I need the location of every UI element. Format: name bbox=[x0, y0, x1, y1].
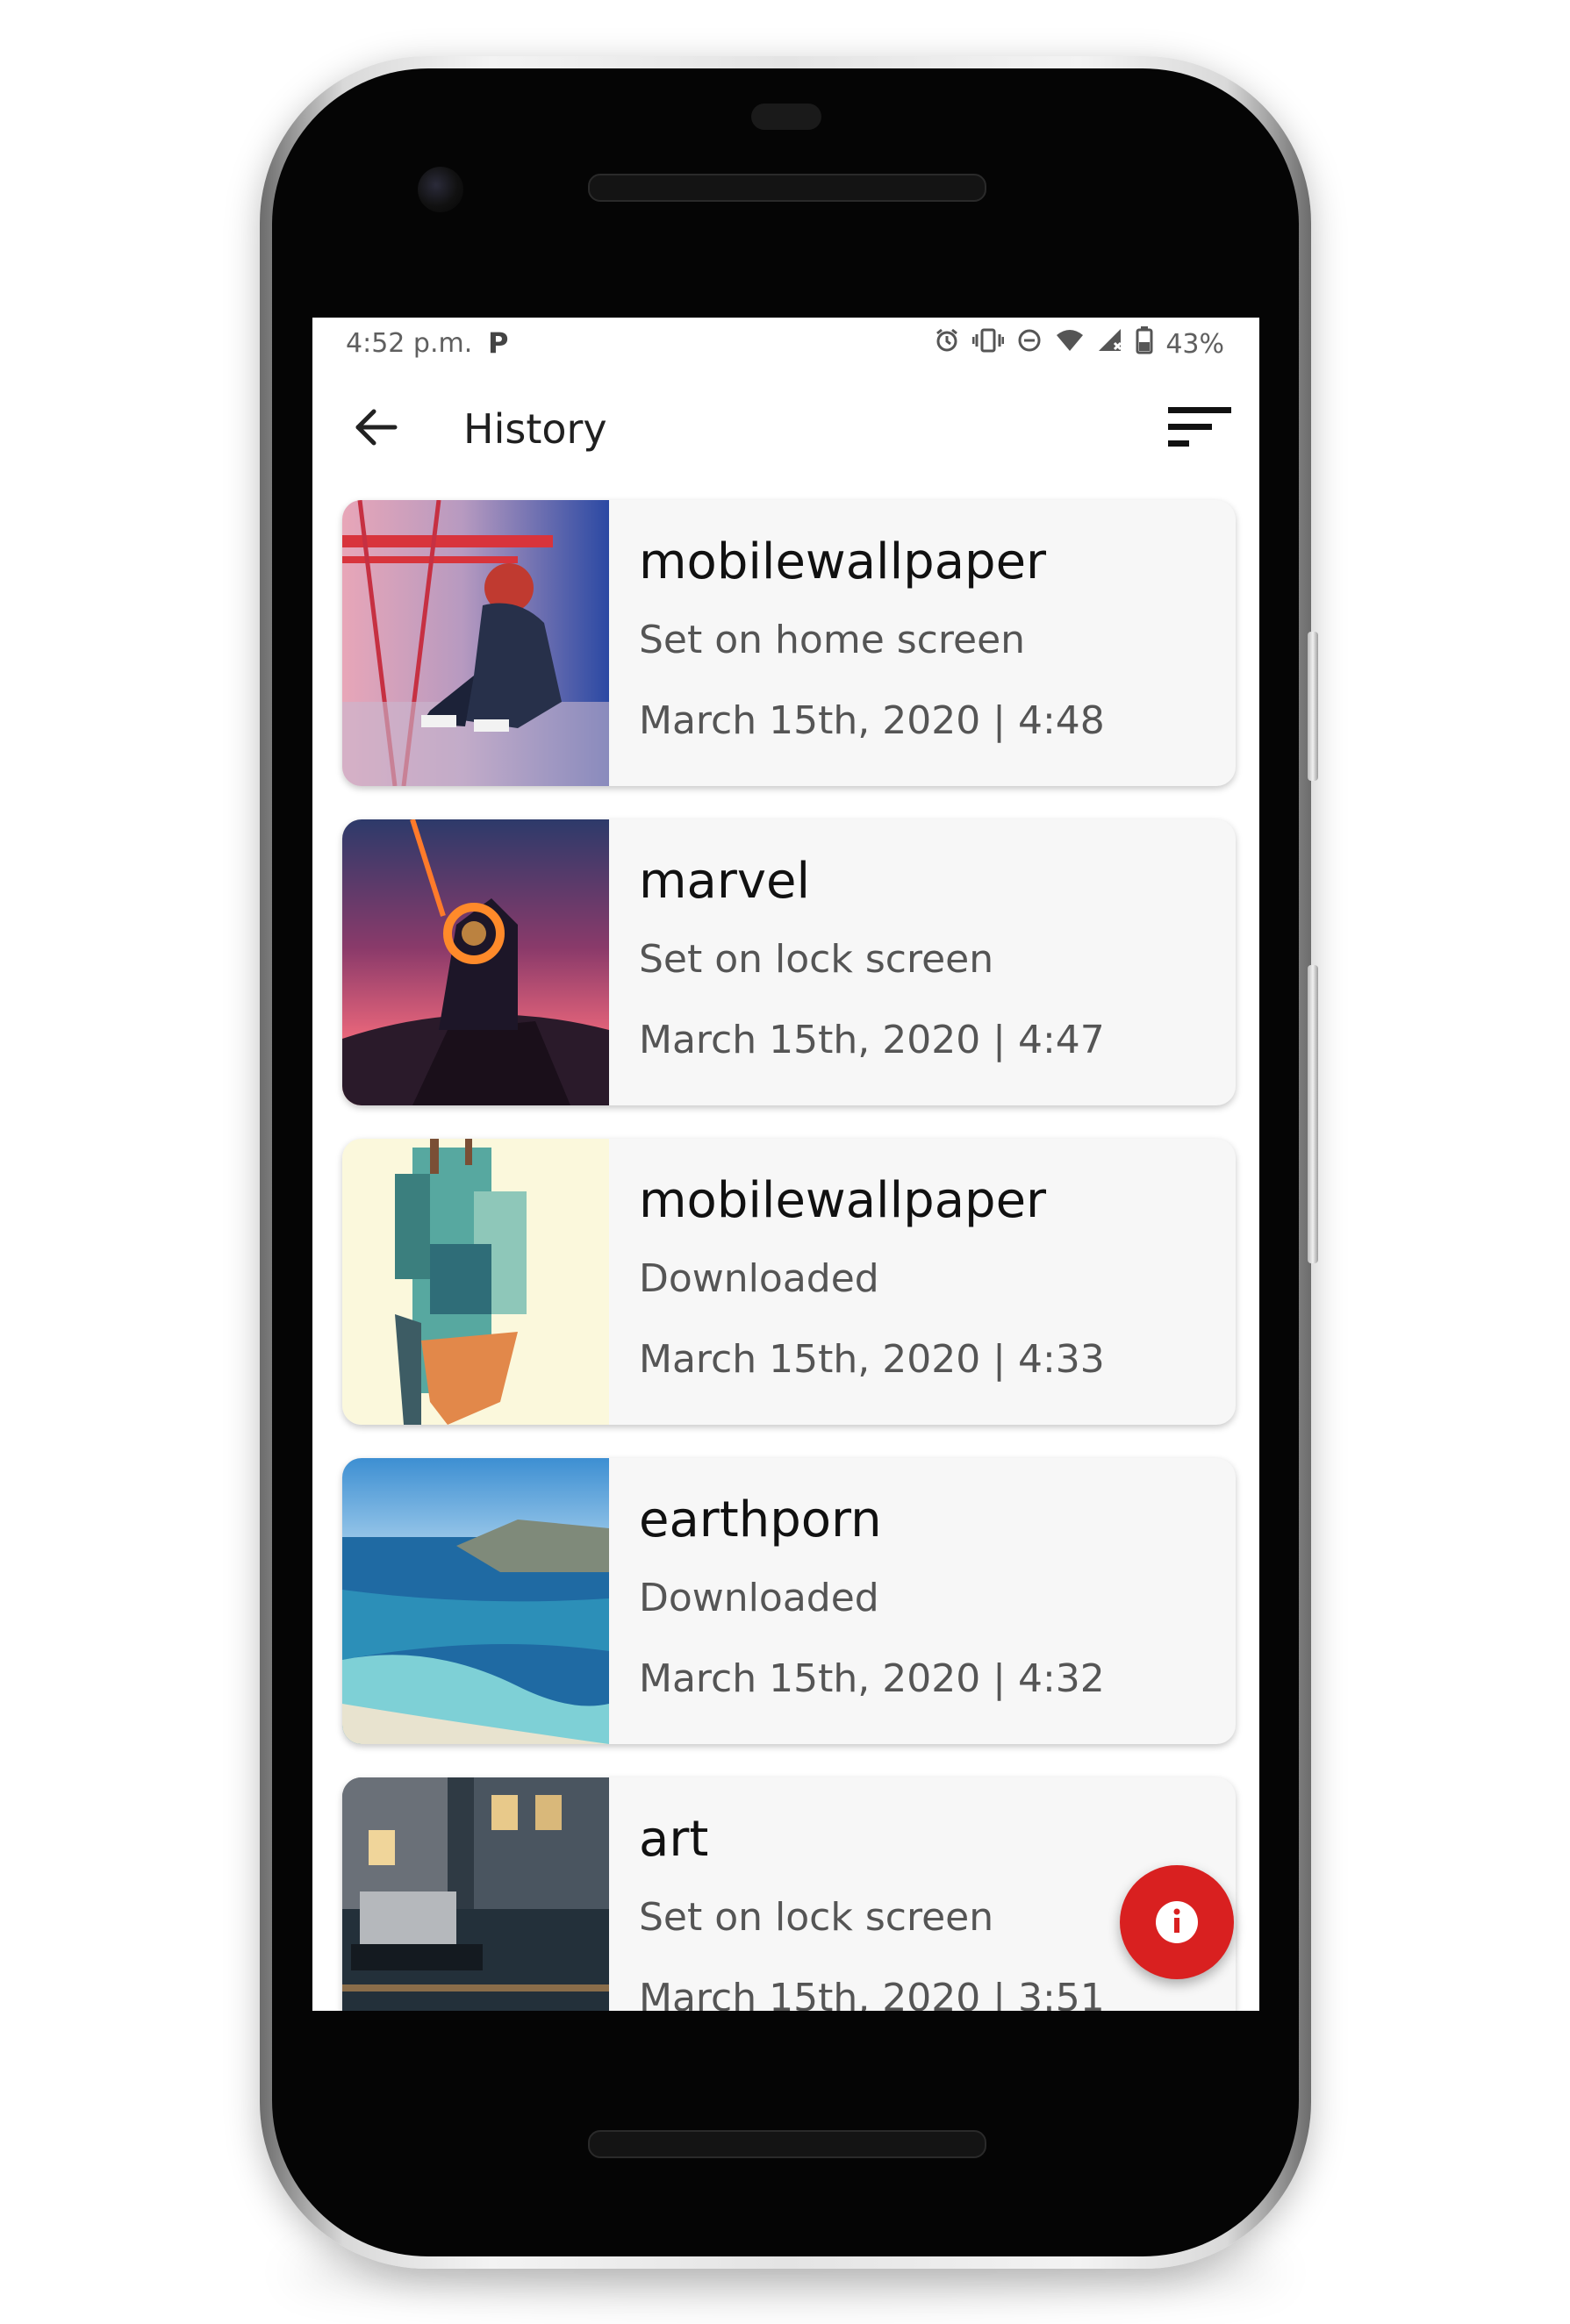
bottom-speaker bbox=[588, 2130, 986, 2158]
wallpaper-thumbnail bbox=[342, 1458, 609, 1744]
card-title: marvel bbox=[639, 853, 811, 910]
card-action: Set on lock screen bbox=[639, 1895, 994, 1940]
card-action: Downloaded bbox=[639, 1576, 879, 1620]
front-camera bbox=[418, 167, 463, 212]
history-card[interactable]: mobilewallpaper Set on home screen March… bbox=[342, 500, 1236, 786]
card-title: art bbox=[639, 1811, 709, 1868]
card-action: Downloaded bbox=[639, 1256, 879, 1301]
cell-signal-icon bbox=[1097, 327, 1123, 361]
card-date: March 15th, 2020 | 3:51 bbox=[639, 1976, 1105, 2011]
app-toolbar: History bbox=[312, 370, 1259, 484]
battery-percent: 43% bbox=[1165, 328, 1224, 360]
history-card[interactable]: earthporn Downloaded March 15th, 2020 | … bbox=[342, 1458, 1236, 1744]
history-card[interactable]: marvel Set on lock screen March 15th, 20… bbox=[342, 819, 1236, 1105]
app-screen: 4:52 p.m. P 43% History mobilewallpaper … bbox=[312, 318, 1259, 2011]
card-title: mobilewallpaper bbox=[639, 1172, 1047, 1229]
history-card[interactable]: mobilewallpaper Downloaded March 15th, 2… bbox=[342, 1139, 1236, 1425]
card-date: March 15th, 2020 | 4:32 bbox=[639, 1656, 1105, 1701]
volume-button bbox=[1308, 965, 1318, 1263]
sort-icon bbox=[1168, 407, 1231, 447]
info-fab-button[interactable] bbox=[1120, 1865, 1234, 1979]
status-time: 4:52 p.m. bbox=[346, 328, 473, 359]
page-title: History bbox=[463, 405, 607, 453]
status-icons: 43% bbox=[934, 326, 1224, 361]
wallpaper-thumbnail bbox=[342, 1777, 609, 2011]
card-date: March 15th, 2020 | 4:47 bbox=[639, 1018, 1105, 1062]
card-date: March 15th, 2020 | 4:48 bbox=[639, 698, 1105, 743]
card-title: mobilewallpaper bbox=[639, 533, 1047, 590]
do-not-disturb-icon bbox=[1016, 327, 1043, 361]
card-date: March 15th, 2020 | 4:33 bbox=[639, 1337, 1105, 1382]
vibrate-icon bbox=[971, 327, 1005, 361]
card-action: Set on lock screen bbox=[639, 937, 994, 982]
info-icon bbox=[1156, 1901, 1198, 1943]
wifi-icon bbox=[1055, 327, 1085, 361]
arrow-back-icon bbox=[355, 409, 398, 446]
wallpaper-thumbnail bbox=[342, 819, 609, 1105]
top-speaker bbox=[588, 174, 986, 202]
back-button[interactable] bbox=[346, 397, 407, 458]
alarm-icon bbox=[934, 327, 960, 361]
earpiece bbox=[751, 104, 821, 130]
parking-p-icon: P bbox=[488, 326, 509, 360]
card-title: earthporn bbox=[639, 1491, 882, 1548]
wallpaper-thumbnail bbox=[342, 1139, 609, 1425]
status-bar: 4:52 p.m. P 43% bbox=[312, 318, 1259, 370]
wallpaper-thumbnail bbox=[342, 500, 609, 786]
card-action: Set on home screen bbox=[639, 618, 1026, 662]
battery-icon bbox=[1136, 326, 1153, 361]
power-button bbox=[1308, 632, 1318, 781]
sort-button[interactable] bbox=[1165, 397, 1235, 458]
history-card[interactable]: art Set on lock screen March 15th, 2020 … bbox=[342, 1777, 1236, 2011]
